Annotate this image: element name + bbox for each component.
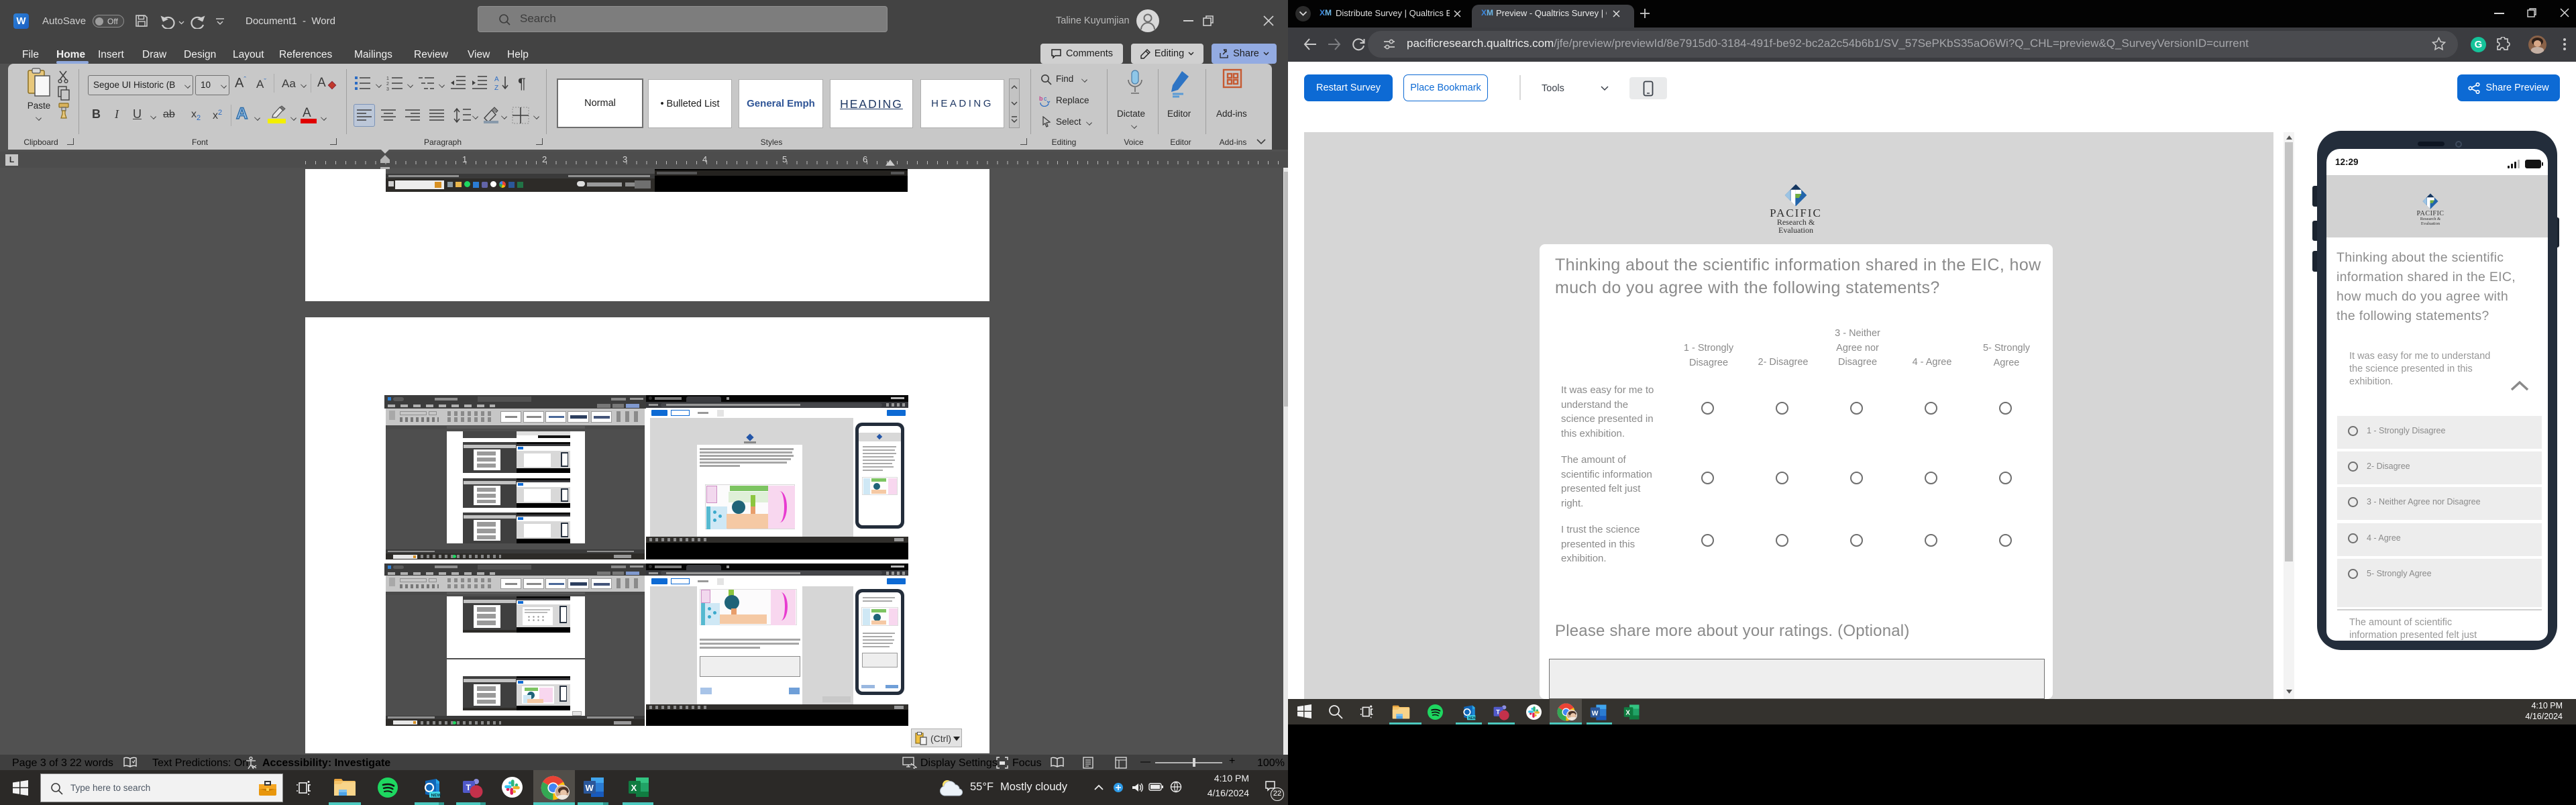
svg-text:W: W	[586, 783, 594, 793]
svg-text:3: 3	[386, 87, 389, 91]
svg-text:2: 2	[386, 82, 389, 87]
svg-text:c: c	[1044, 95, 1047, 102]
svg-text:X: X	[1625, 710, 1630, 717]
svg-text:X: X	[631, 783, 637, 793]
svg-text:W: W	[1592, 710, 1599, 717]
svg-text:Z: Z	[494, 85, 498, 92]
svg-text:b: b	[1039, 95, 1043, 102]
svg-text:NEW: NEW	[1468, 716, 1477, 720]
svg-text:1: 1	[386, 76, 389, 81]
svg-text:NEW: NEW	[431, 794, 442, 798]
svg-text:A: A	[494, 76, 499, 83]
